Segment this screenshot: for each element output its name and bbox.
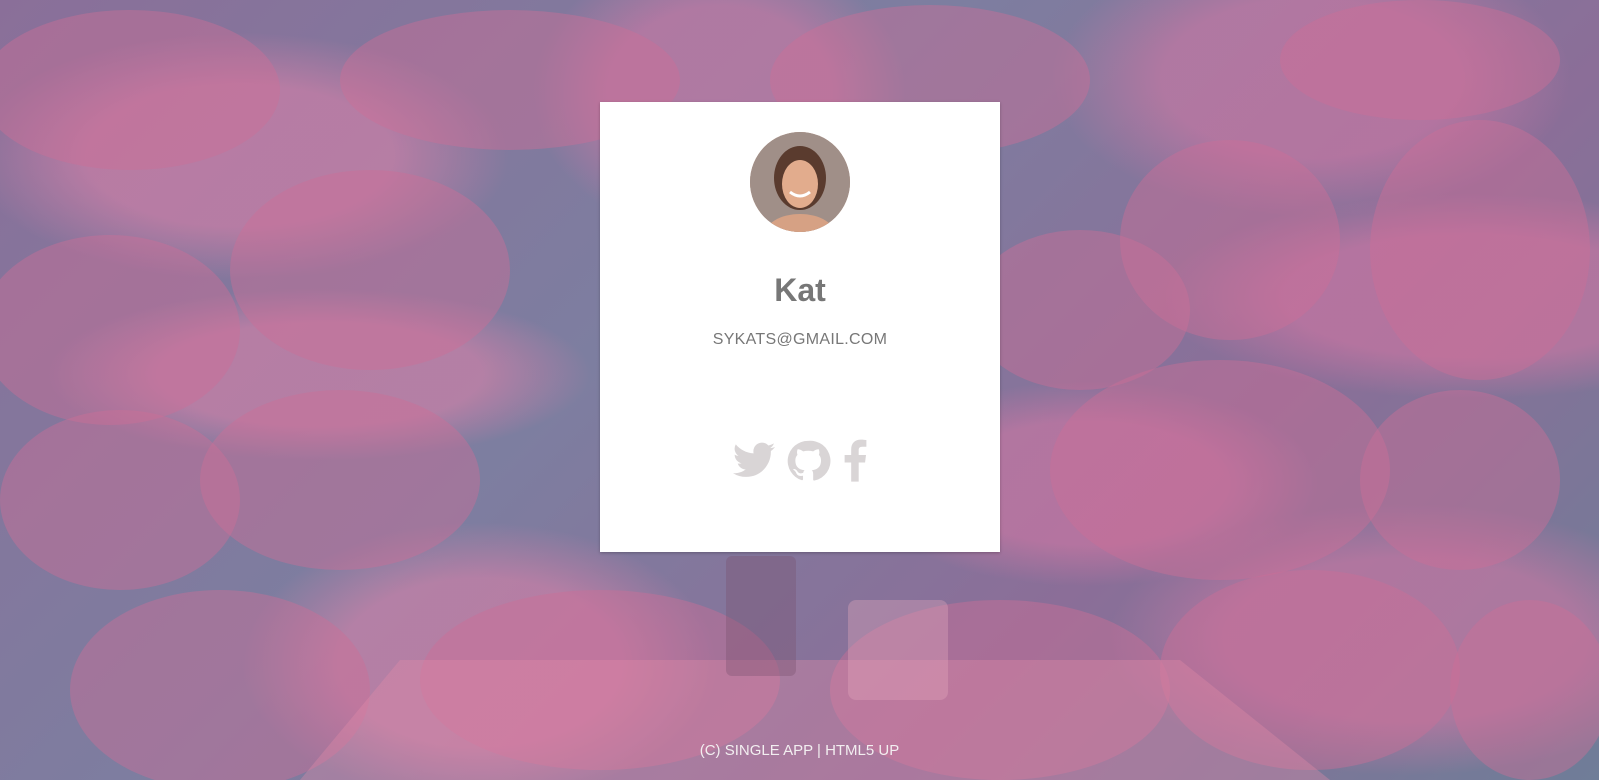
twitter-icon (732, 442, 776, 477)
footer-separator: | (812, 742, 826, 759)
copyright-text: (C) SINGLE APP (699, 742, 813, 759)
twitter-link[interactable] (731, 438, 777, 484)
footer: (C) SINGLE APP | HTML5 UP (0, 742, 1599, 759)
social-links (600, 438, 1000, 484)
github-link[interactable] (785, 438, 831, 484)
profile-card: Kat SYKATS@GMAIL.COM (600, 102, 1000, 552)
profile-email: SYKATS@GMAIL.COM (712, 331, 888, 348)
credit-link[interactable]: HTML5 UP (825, 742, 899, 759)
facebook-icon (844, 439, 867, 482)
github-icon (787, 440, 831, 481)
facebook-link[interactable] (839, 438, 869, 484)
avatar (750, 132, 850, 232)
avatar-photo (750, 132, 850, 232)
profile-name: Kat (774, 272, 826, 308)
